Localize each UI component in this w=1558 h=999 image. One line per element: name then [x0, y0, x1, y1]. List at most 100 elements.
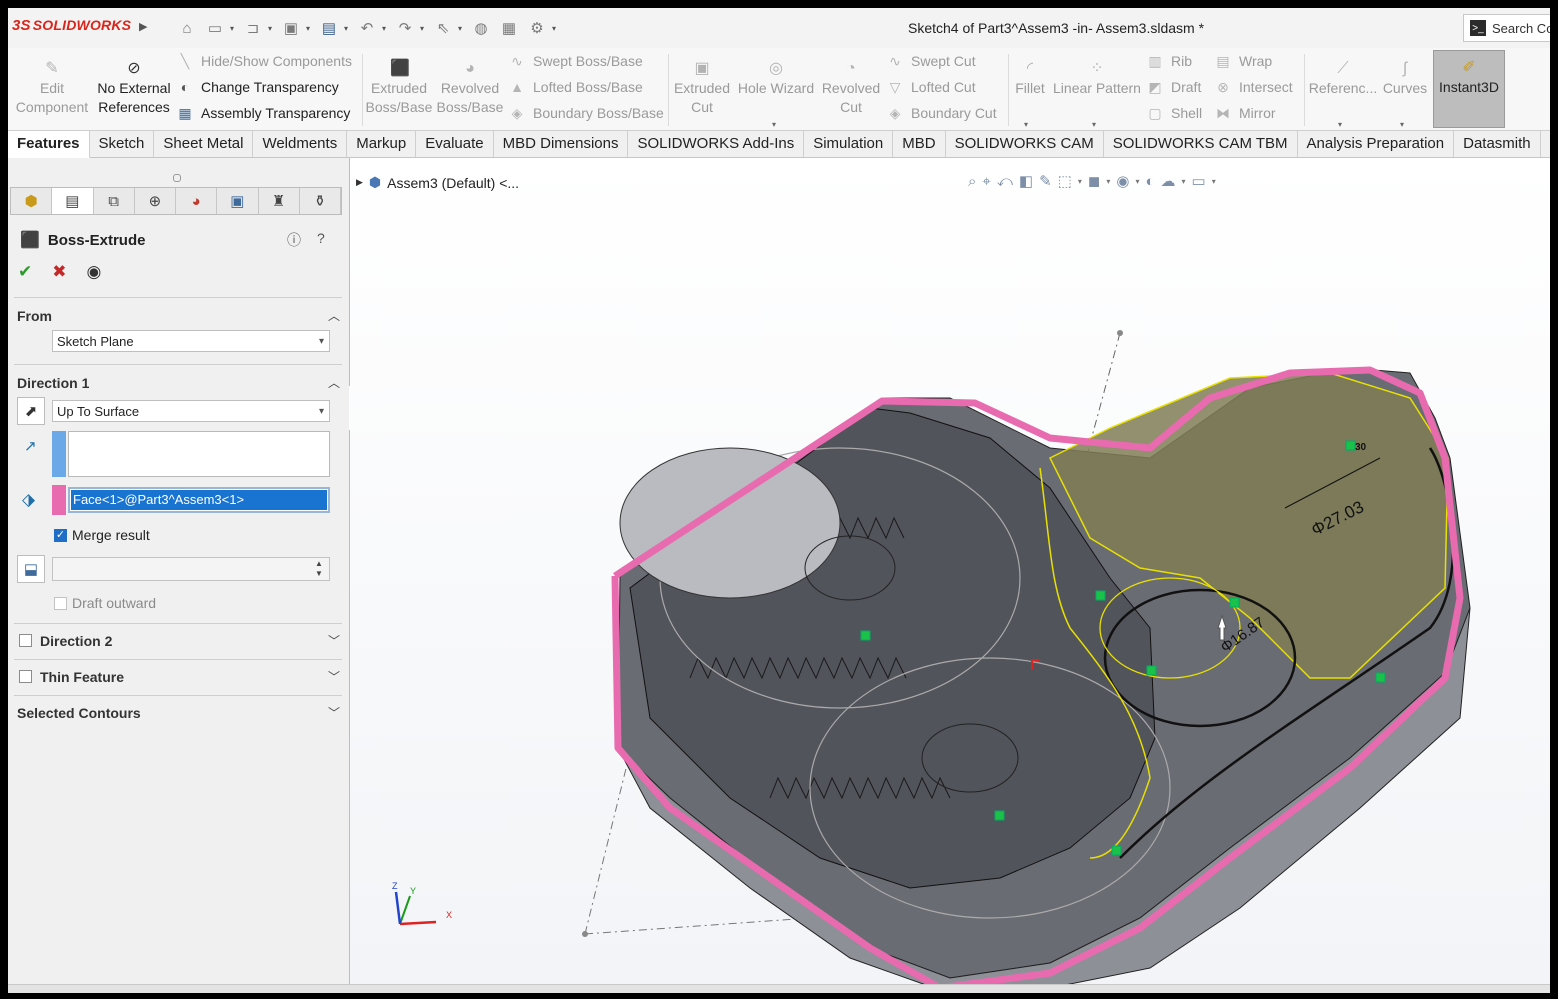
extruded-cut-button[interactable]: ▣ Extruded Cut: [670, 60, 734, 117]
direction1-section-title[interactable]: Direction 1: [17, 375, 89, 391]
wrap-button[interactable]: ▤ Wrap: [1214, 52, 1272, 70]
from-section-title[interactable]: From: [17, 308, 52, 324]
swept-cut-button[interactable]: ∿ Swept Cut: [886, 52, 975, 70]
extruded-boss-base-button[interactable]: ⬛ Extruded Boss/Base: [364, 60, 434, 117]
configuration-manager-tab-icon[interactable]: ⧉: [94, 188, 135, 214]
change-transparency-button[interactable]: ◐ Change Transparency: [176, 78, 339, 96]
new-document-icon[interactable]: ▭: [202, 17, 228, 39]
intersect-button[interactable]: ⊗ Intersect: [1214, 78, 1293, 96]
print-icon[interactable]: ▤: [316, 17, 342, 39]
sketch-point[interactable]: [860, 630, 871, 641]
open-icon[interactable]: ⊐: [240, 17, 266, 39]
rib-button[interactable]: ▥ Rib: [1146, 52, 1192, 70]
spin-down-icon[interactable]: ▼: [311, 569, 327, 578]
thin-feature-checkbox[interactable]: [19, 670, 32, 683]
selected-face-item[interactable]: Face<1>@Part3^Assem3<1>: [71, 490, 327, 510]
assembly-transparency-button[interactable]: ▦ Assembly Transparency: [176, 104, 350, 122]
help-icon[interactable]: ?: [317, 230, 325, 246]
property-manager-tab-icon[interactable]: ▤: [52, 188, 94, 214]
search-commands-box[interactable]: >_ Search Co: [1463, 14, 1550, 42]
sketch-point[interactable]: [1111, 845, 1122, 856]
direction-vector-selection-box[interactable]: [68, 431, 330, 477]
detailed-preview-eye-icon[interactable]: ◉: [87, 262, 102, 282]
dimxpert-manager-tab-icon[interactable]: ⊕: [135, 188, 176, 214]
direction2-checkbox[interactable]: [19, 634, 32, 647]
curves-dropdown-icon[interactable]: ▾: [1400, 120, 1404, 129]
menu-expand-icon[interactable]: ▶: [139, 20, 147, 33]
thin-feature-title[interactable]: Thin Feature: [40, 669, 124, 685]
plane-corner-handle[interactable]: [1117, 330, 1123, 336]
new-dropdown-icon[interactable]: ▾: [230, 24, 238, 33]
panel-grip-icon[interactable]: [173, 174, 181, 182]
graphics-area[interactable]: ▶ ⬢ Assem3 (Default) <... ⌕ ⌖ ⤺ ◧ ✎ ⬚ ▾ ◼…: [350, 158, 1550, 993]
tab-sketch[interactable]: Sketch: [90, 131, 155, 157]
expand-chevron-icon[interactable]: ﹀: [328, 668, 340, 685]
hole-wizard-button[interactable]: ◎ Hole Wizard: [736, 60, 816, 98]
selected-contours-title[interactable]: Selected Contours: [17, 705, 141, 721]
sketch-point[interactable]: [1095, 590, 1106, 601]
sketch-point[interactable]: [1146, 665, 1157, 676]
tab-simulation[interactable]: Simulation: [804, 131, 894, 157]
select-icon[interactable]: ⇖: [430, 17, 456, 39]
redo-icon[interactable]: ↷: [392, 17, 418, 39]
sketch-point[interactable]: [994, 810, 1005, 821]
expand-chevron-icon[interactable]: ﹀: [328, 704, 340, 721]
cancel-x-icon[interactable]: ✖: [52, 262, 66, 282]
boundary-cut-button[interactable]: ◈ Boundary Cut: [886, 104, 997, 122]
linear-pattern-button[interactable]: ⁘ Linear Pattern: [1052, 60, 1142, 98]
cam-feature-tree-tab-icon[interactable]: ▣: [217, 188, 259, 214]
plane-corner-handle[interactable]: [582, 931, 588, 937]
boundary-boss-base-button[interactable]: ◈ Boundary Boss/Base: [508, 104, 664, 122]
display-manager-tab-icon[interactable]: ◕: [176, 188, 218, 214]
undo-dropdown-icon[interactable]: ▾: [382, 24, 390, 33]
no-external-references-button[interactable]: ⊘ No External References: [94, 60, 174, 117]
save-icon[interactable]: ▣: [278, 17, 304, 39]
collapse-chevron-icon[interactable]: ︿: [328, 374, 340, 391]
tab-features[interactable]: Features: [8, 131, 90, 158]
reference-geometry-button[interactable]: ⟋ Referenc...: [1308, 60, 1378, 98]
fillet-dropdown-icon[interactable]: ▾: [1024, 120, 1028, 129]
end-condition-select[interactable]: Up To Surface ▾: [52, 400, 330, 422]
options-gear-icon[interactable]: ⚙: [524, 17, 550, 39]
solidworks-logo[interactable]: 3S SOLIDWORKS: [12, 17, 131, 34]
draft-outward-checkbox[interactable]: [54, 597, 67, 610]
cam-tool-tree-tab-icon[interactable]: ⚱: [300, 188, 341, 214]
tab-solidworks-add-ins[interactable]: SOLIDWORKS Add-Ins: [628, 131, 805, 157]
revolved-boss-base-button[interactable]: ◕ Revolved Boss/Base: [436, 60, 504, 117]
sketch-dimension-label[interactable]: 30: [1355, 442, 1367, 453]
revolved-cut-button[interactable]: ◔ Revolved Cut: [818, 60, 884, 117]
tab-solidworks-cam-tbm[interactable]: SOLIDWORKS CAM TBM: [1104, 131, 1298, 157]
sketch-point[interactable]: [1375, 672, 1386, 683]
ok-checkmark-icon[interactable]: ✔: [18, 262, 32, 282]
draft-angle-spinbox[interactable]: ▲ ▼: [52, 557, 330, 581]
lofted-cut-button[interactable]: ▽ Lofted Cut: [886, 78, 976, 96]
file-properties-icon[interactable]: ▦: [496, 17, 522, 39]
save-dropdown-icon[interactable]: ▾: [306, 24, 314, 33]
edit-component-button[interactable]: ✎ Edit Component: [14, 60, 90, 117]
rebuild-icon[interactable]: ◍: [468, 17, 494, 39]
tab-mbd[interactable]: MBD: [893, 131, 946, 157]
tab-mbd-dimensions[interactable]: MBD Dimensions: [494, 131, 629, 157]
fillet-button[interactable]: ◜ Fillet: [1010, 60, 1050, 98]
draft-on-off-button[interactable]: ⬓: [17, 555, 45, 583]
merge-result-checkbox[interactable]: ✓: [54, 529, 67, 542]
shell-button[interactable]: ▢ Shell: [1146, 104, 1202, 122]
reverse-direction-button[interactable]: ⬈: [17, 397, 45, 425]
tab-datasmith[interactable]: Datasmith: [1454, 131, 1541, 157]
face-selection-box[interactable]: Face<1>@Part3^Assem3<1>: [68, 487, 330, 513]
print-dropdown-icon[interactable]: ▾: [344, 24, 352, 33]
tab-evaluate[interactable]: Evaluate: [416, 131, 494, 157]
mirror-button[interactable]: ⧓ Mirror: [1214, 104, 1276, 122]
tab-markup[interactable]: Markup: [347, 131, 417, 157]
expand-chevron-icon[interactable]: ﹀: [328, 632, 340, 649]
hide-show-components-button[interactable]: ╲ Hide/Show Components: [176, 52, 352, 70]
options-dropdown-icon[interactable]: ▾: [552, 24, 560, 33]
feature-manager-tab-icon[interactable]: ⬢: [11, 188, 53, 214]
sketch-point[interactable]: [1229, 597, 1240, 608]
hole-wizard-dropdown-icon[interactable]: ▾: [772, 120, 776, 129]
curves-button[interactable]: ʃ Curves: [1380, 60, 1430, 98]
tab-sheet-metal[interactable]: Sheet Metal: [154, 131, 254, 157]
home-icon[interactable]: ⌂: [174, 17, 200, 39]
model-view[interactable]: Φ27.03 Φ16.87 30: [350, 158, 1550, 993]
spin-up-icon[interactable]: ▲: [311, 559, 327, 568]
